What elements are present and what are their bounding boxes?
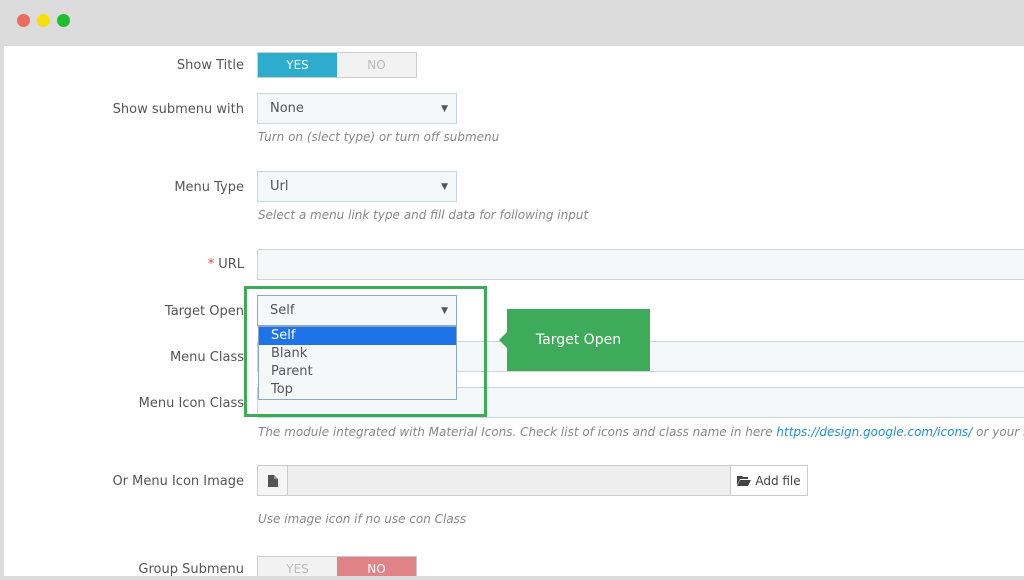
url-label: * URL	[4, 257, 244, 272]
show-submenu-value: None	[270, 101, 304, 116]
menu-icon-image-file-input[interactable]: Add file	[257, 465, 808, 496]
maximize-window-button[interactable]	[57, 14, 70, 27]
group-submenu-no-option[interactable]: NO	[337, 557, 416, 576]
add-file-label: Add file	[755, 473, 801, 488]
title-bar	[0, 0, 1024, 46]
url-label-text: URL	[218, 257, 244, 272]
tooltip-arrow	[499, 332, 507, 348]
menu-icon-class-help: The module integrated with Material Icon…	[258, 425, 1024, 439]
menu-icon-class-help-prefix: The module integrated with Material Icon…	[258, 425, 773, 439]
app-window: Show Title YES NO Show submenu with None…	[0, 0, 1024, 580]
show-submenu-help: Turn on (slect type) or turn off submenu	[258, 130, 500, 144]
target-open-label: Target Open	[164, 304, 244, 319]
menu-settings-form: Show Title YES NO Show submenu with None…	[4, 46, 1024, 576]
show-title-no-option[interactable]: NO	[337, 53, 416, 77]
file-icon	[258, 466, 288, 495]
selected-file-name	[288, 466, 730, 495]
group-submenu-toggle[interactable]: YES NO	[257, 556, 417, 576]
minimize-window-button[interactable]	[37, 14, 50, 27]
folder-open-icon	[737, 476, 752, 486]
show-title-yes-option[interactable]: YES	[258, 53, 337, 77]
material-icons-link[interactable]: https://design.google.com/icons/	[776, 425, 972, 439]
group-submenu-yes-option[interactable]: YES	[258, 557, 337, 576]
close-window-button[interactable]	[17, 14, 30, 27]
menu-icon-image-label: Or Menu Icon Image	[112, 474, 244, 489]
menu-type-value: Url	[270, 179, 289, 194]
group-submenu-label: Group Submenu	[138, 562, 244, 576]
show-submenu-label: Show submenu with	[112, 102, 244, 117]
caret-down-icon: ▼	[441, 182, 448, 192]
menu-icon-class-label: Menu Icon Class	[138, 396, 244, 411]
menu-type-help: Select a menu link type and fill data fo…	[258, 208, 589, 222]
required-asterisk: *	[207, 257, 215, 272]
tooltip-text: Target Open	[535, 332, 622, 348]
menu-icon-class-help-suffix: or your icon class	[976, 425, 1024, 439]
menu-class-label: Menu Class	[169, 350, 244, 365]
show-title-label: Show Title	[176, 58, 244, 73]
url-input[interactable]	[257, 249, 1024, 280]
add-file-button[interactable]: Add file	[730, 466, 807, 495]
show-submenu-select[interactable]: None ▼	[257, 93, 457, 124]
show-title-toggle[interactable]: YES NO	[257, 52, 417, 78]
target-open-highlight-frame	[244, 286, 487, 417]
menu-type-select[interactable]: Url ▼	[257, 171, 457, 202]
menu-icon-image-help: Use image icon if no use con Class	[258, 512, 467, 526]
menu-type-label: Menu Type	[174, 180, 244, 195]
target-open-tooltip: Target Open	[499, 309, 650, 371]
caret-down-icon: ▼	[441, 104, 448, 114]
